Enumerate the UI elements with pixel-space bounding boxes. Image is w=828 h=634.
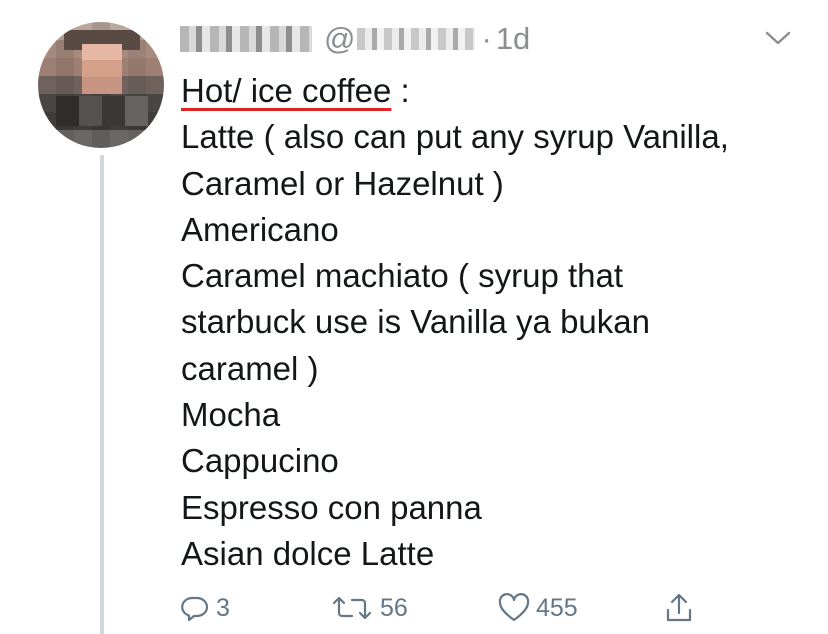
tweet-line: Americano (181, 210, 339, 248)
retweet-count: 56 (380, 593, 408, 622)
retweet-icon (332, 596, 372, 620)
heart-icon (498, 593, 530, 622)
chevron-down-icon[interactable] (764, 28, 792, 48)
handle-prefix: @ (324, 21, 356, 56)
share-button[interactable] (664, 586, 694, 630)
tweet-header: @ · 1d (180, 16, 530, 62)
reply-count: 3 (216, 593, 230, 622)
tweet-text: Hot/ ice coffee : Latte ( also can put a… (181, 68, 811, 577)
display-name-redacted[interactable] (180, 26, 312, 52)
tweet-line: Latte ( also can put any syrup Vanilla, (181, 118, 729, 156)
reply-icon (181, 596, 209, 622)
reply-button[interactable]: 3 (180, 586, 230, 630)
tweet-line: caramel ) (181, 349, 319, 387)
handle-redacted (357, 28, 476, 50)
tweet-line: starbuck use is Vanilla ya bukan (181, 303, 650, 341)
timestamp[interactable]: 1d (496, 21, 530, 57)
tweet-actions: 3 56 455 (180, 586, 710, 630)
tweet-line: Cappucino (181, 442, 339, 480)
avatar-pixel (56, 96, 148, 126)
tweet-line: Asian dolce Latte (181, 534, 435, 572)
tweet-heading: Hot/ ice coffee (181, 72, 392, 109)
tweet-line: Caramel or Hazelnut ) (181, 164, 504, 202)
thread-line (100, 155, 104, 634)
separator: · (481, 21, 492, 56)
tweet-line: Caramel machiato ( syrup that (181, 257, 624, 295)
tweet-line: Mocha (181, 396, 281, 434)
tweet-line: Espresso con panna (181, 488, 482, 526)
handle[interactable]: @ (324, 21, 476, 57)
avatar-pixel (82, 44, 122, 94)
tweet-heading-line: Hot/ ice coffee : (181, 68, 811, 114)
avatar[interactable] (38, 22, 164, 148)
like-button[interactable]: 455 (498, 586, 578, 630)
share-icon (666, 593, 692, 622)
like-count: 455 (536, 593, 578, 622)
tweet-heading-suffix: : (391, 72, 410, 109)
retweet-button[interactable]: 56 (330, 586, 408, 630)
